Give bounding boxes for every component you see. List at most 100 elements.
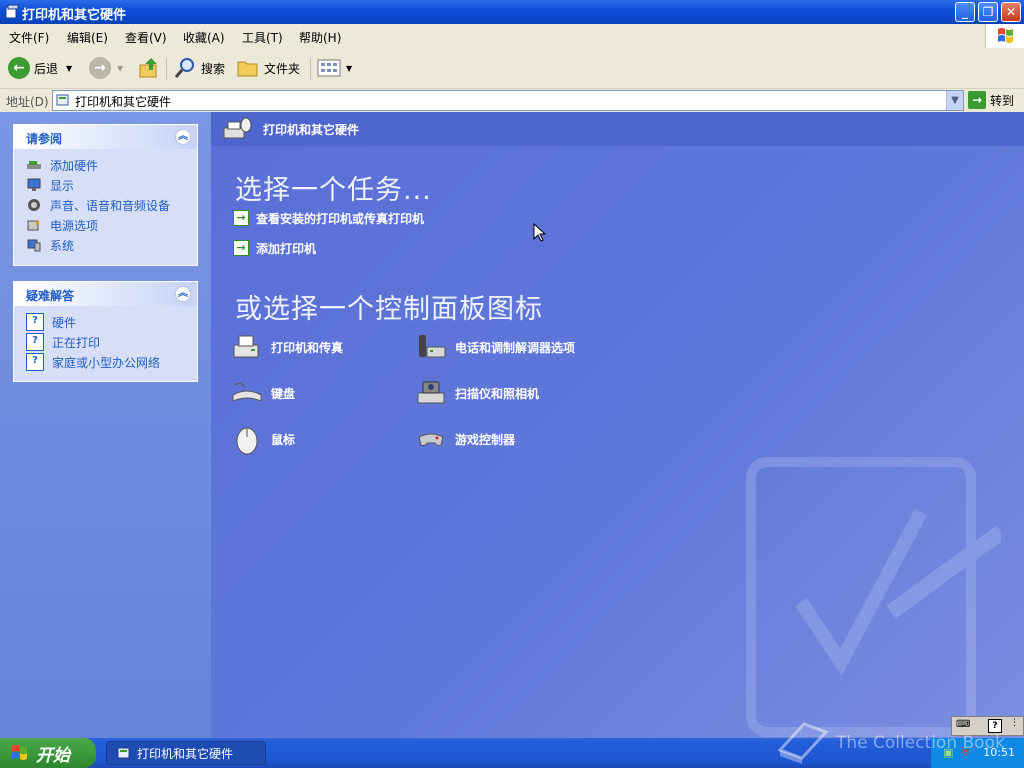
taskbar-window-label: 打印机和其它硬件 — [137, 746, 234, 761]
see-also-header[interactable]: 请参阅 ︽ — [14, 125, 197, 149]
cp-mouse[interactable]: 鼠标 — [231, 422, 295, 456]
mouse-icon — [236, 427, 258, 455]
cp-label: 鼠标 — [271, 432, 296, 447]
taskbar-window-button[interactable]: 打印机和其它硬件 — [106, 741, 266, 765]
checklist-watermark-icon — [746, 457, 1001, 737]
link-display[interactable]: 显示 — [26, 175, 197, 195]
link-system[interactable]: 系统 — [26, 235, 197, 255]
help-icon: ? — [26, 333, 44, 351]
title-bar[interactable]: 打印机和其它硬件 _ ❐ ✕ — [0, 0, 1024, 24]
back-button[interactable]: ← 后退 ▼ — [8, 54, 72, 82]
scanner-icon — [417, 381, 445, 404]
toolbar-separator — [166, 58, 167, 80]
folders-label: 文件夹 — [264, 61, 301, 76]
up-folder-button[interactable] — [137, 54, 161, 82]
sound-icon — [28, 199, 40, 211]
collapse-icon[interactable]: ︽ — [175, 286, 191, 302]
help-icon: ? — [26, 313, 44, 331]
back-arrow-icon: ← — [8, 57, 30, 79]
dropdown-arrow-icon[interactable]: ▼ — [346, 64, 352, 73]
control-panel-icon — [117, 747, 130, 759]
category-title: 打印机和其它硬件 — [263, 123, 360, 137]
views-icon — [317, 59, 341, 77]
views-button[interactable]: ▼ — [317, 54, 352, 82]
link-label: 硬件 — [52, 315, 77, 330]
see-also-title: 请参阅 — [26, 132, 63, 146]
display-icon — [27, 178, 41, 191]
window-icon — [5, 4, 19, 19]
link-power[interactable]: 电源选项 — [26, 215, 197, 235]
task-arrow-icon: → — [233, 210, 249, 226]
task-view-printers[interactable]: → 查看安装的打印机或传真打印机 — [233, 209, 424, 227]
task-add-printer[interactable]: → 添加打印机 — [233, 239, 316, 257]
power-icon — [27, 220, 40, 231]
add-hardware-icon — [27, 161, 41, 169]
link-label: 家庭或小型办公网络 — [52, 355, 161, 370]
go-label: 转到 — [990, 93, 1015, 108]
menu-favorites[interactable]: 收藏(A) — [183, 29, 225, 46]
address-label: 地址(D) — [6, 95, 49, 109]
pick-task-title: 选择一个任务... — [235, 175, 432, 206]
toolbar-separator — [310, 58, 311, 80]
cp-phone-modem[interactable]: 电话和调制解调器选项 — [415, 330, 575, 364]
link-sound[interactable]: 声音、语音和音频设备 — [26, 195, 197, 215]
keyboard-icon — [232, 382, 262, 402]
minimize-button[interactable]: _ — [955, 2, 975, 22]
link-label: 添加硬件 — [50, 158, 99, 173]
link-hardware-help[interactable]: ? 硬件 — [26, 312, 197, 332]
printer-icon — [233, 335, 259, 358]
menu-file[interactable]: 文件(F) — [9, 29, 49, 46]
troubleshoot-header[interactable]: 疑难解答 ︽ — [14, 282, 197, 306]
go-arrow-icon: → — [968, 91, 986, 109]
forward-button[interactable]: → ▼ — [89, 54, 123, 82]
start-label: 开始 — [36, 745, 70, 766]
task-label: 添加打印机 — [256, 241, 317, 256]
link-network-help[interactable]: ? 家庭或小型办公网络 — [26, 352, 197, 372]
search-label: 搜索 — [201, 61, 226, 76]
help-icon: ? — [26, 353, 44, 371]
toolbar: ← 后退 ▼ → ▼ 搜索 文件夹 ▼ — [0, 48, 1024, 89]
close-button[interactable]: ✕ — [1001, 2, 1021, 22]
options-icon[interactable]: ⋮ — [1010, 718, 1019, 728]
restore-button[interactable]: ❐ — [978, 2, 998, 22]
link-label: 显示 — [50, 178, 75, 193]
pick-icon-title: 或选择一个控制面板图标 — [235, 294, 543, 325]
collapse-icon[interactable]: ︽ — [175, 129, 191, 145]
start-button[interactable]: 开始 — [0, 738, 96, 768]
cp-scanner-camera[interactable]: 扫描仪和照相机 — [415, 376, 539, 410]
folders-button[interactable]: 文件夹 — [236, 54, 300, 82]
menu-edit[interactable]: 编辑(E) — [67, 29, 108, 46]
keyboard-icon[interactable]: ⌨ — [956, 719, 970, 730]
cp-label: 打印机和传真 — [271, 340, 344, 355]
cp-label: 键盘 — [271, 386, 296, 401]
cp-game-controllers[interactable]: 游戏控制器 — [415, 422, 515, 456]
dropdown-arrow-icon[interactable]: ▼ — [117, 64, 123, 73]
help-icon[interactable]: ? — [988, 719, 1002, 733]
menu-bar: 文件(F) 编辑(E) 查看(V) 收藏(A) 工具(T) 帮助(H) — [0, 24, 1024, 49]
search-button[interactable]: 搜索 — [173, 54, 225, 82]
up-folder-icon — [139, 58, 157, 78]
back-label: 后退 — [34, 61, 59, 76]
window-title: 打印机和其它硬件 — [22, 8, 127, 23]
go-button[interactable]: → 转到 — [968, 90, 1014, 110]
gamepad-icon — [418, 433, 444, 447]
menu-tools[interactable]: 工具(T) — [242, 29, 283, 46]
task-arrow-icon: → — [233, 240, 249, 256]
folders-icon — [237, 61, 258, 77]
address-dropdown-icon[interactable]: ▼ — [946, 91, 963, 110]
dropdown-arrow-icon[interactable]: ▼ — [66, 64, 72, 73]
see-also-box: 请参阅 ︽ 添加硬件 显示 声音、语音和音频设备 电源选项 系统 — [13, 124, 198, 266]
address-input[interactable]: 打印机和其它硬件 ▼ — [52, 90, 964, 111]
link-label: 声音、语音和音频设备 — [50, 198, 171, 213]
cp-label: 电话和调制解调器选项 — [455, 340, 576, 355]
cp-keyboard[interactable]: 键盘 — [231, 376, 295, 410]
cp-printers-faxes[interactable]: 打印机和传真 — [231, 330, 343, 364]
menu-view[interactable]: 查看(V) — [125, 29, 167, 46]
menu-help[interactable]: 帮助(H) — [299, 29, 341, 46]
main-content: 打印机和其它硬件 选择一个任务... → 查看安装的打印机或传真打印机 → 添加… — [211, 112, 1024, 738]
printer-mouse-icon — [223, 117, 252, 139]
cp-label: 游戏控制器 — [455, 432, 516, 447]
link-add-hardware[interactable]: 添加硬件 — [26, 155, 197, 175]
troubleshoot-box: 疑难解答 ︽ ? 硬件 ? 正在打印 ? 家庭或小型办公网络 — [13, 281, 198, 382]
link-printing-help[interactable]: ? 正在打印 — [26, 332, 197, 352]
